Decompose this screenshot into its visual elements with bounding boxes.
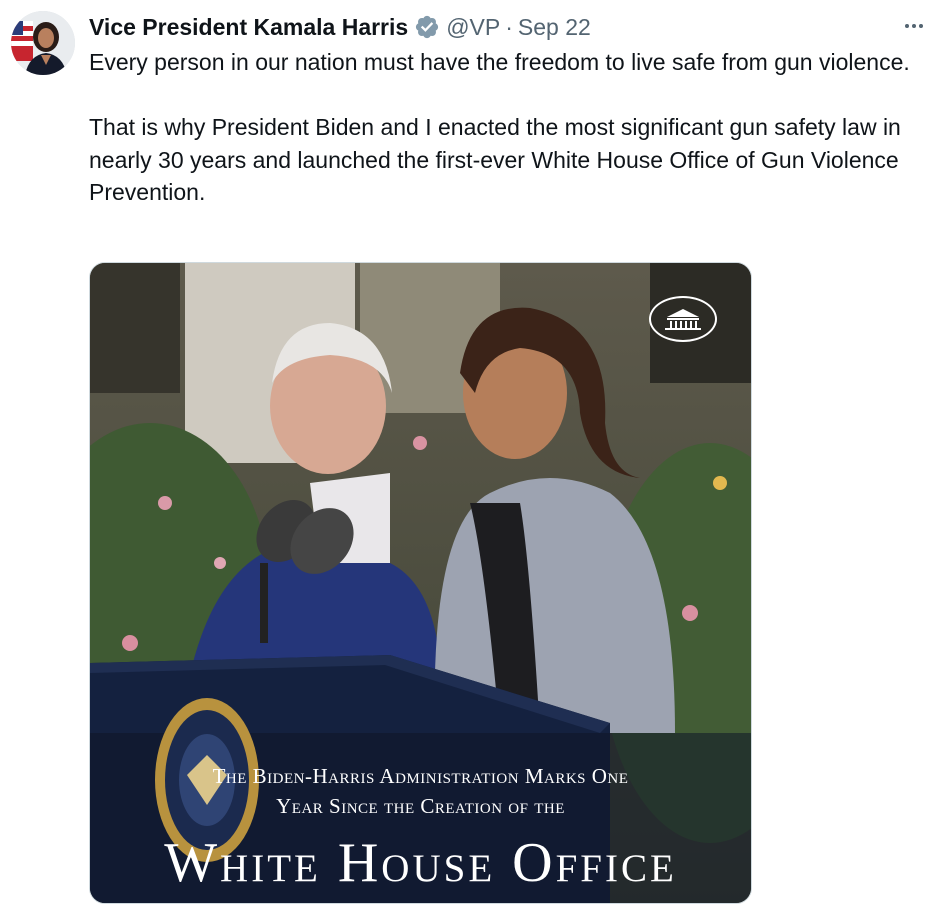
caption-line-1: The Biden-Harris Administration Marks On…	[212, 764, 629, 788]
more-options-icon[interactable]	[899, 14, 929, 38]
verified-badge-icon[interactable]	[414, 14, 440, 40]
media-caption: The Biden-Harris Administration Marks On…	[90, 761, 751, 821]
tweet-date[interactable]: Sep 22	[518, 11, 591, 43]
user-handle[interactable]: @VP	[446, 11, 500, 43]
display-name[interactable]: Vice President Kamala Harris	[89, 11, 408, 43]
tweet-paragraph-2: That is why President Biden and I enacte…	[89, 114, 901, 205]
tweet-media-image[interactable]: The Biden-Harris Administration Marks On…	[89, 262, 752, 904]
separator-dot: ·	[505, 14, 513, 40]
avatar[interactable]	[11, 11, 75, 75]
tweet-paragraph-1: Every person in our nation must have the…	[89, 49, 910, 75]
tweet-header: Vice President Kamala Harris @VP · Sep 2…	[89, 11, 591, 43]
caption-headline: White House Office	[164, 832, 677, 894]
avatar-image	[11, 11, 75, 75]
tweet-text: Every person in our nation must have the…	[89, 46, 919, 209]
white-house-logo-icon	[649, 296, 717, 342]
caption-line-2: Year Since the Creation of the	[276, 794, 565, 818]
